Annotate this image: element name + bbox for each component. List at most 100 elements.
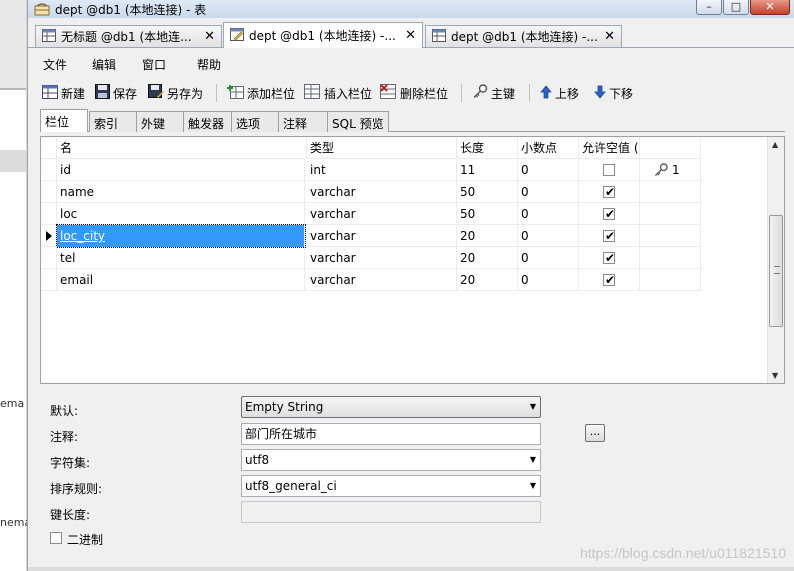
cell-nullable[interactable]: ✔ (579, 181, 640, 203)
nullable-checkbox[interactable]: ✔ (603, 229, 615, 243)
tab-sql-preview[interactable]: SQL 预览 (327, 111, 389, 132)
scroll-up-icon[interactable]: ▲ (772, 140, 778, 149)
cell-key[interactable] (640, 181, 701, 203)
col-header-type[interactable]: 类型 (307, 137, 457, 159)
row-indicator[interactable] (41, 203, 57, 225)
table-row[interactable]: loc varchar 50 0 ✔ (41, 203, 701, 225)
cell-key[interactable] (640, 247, 701, 269)
row-indicator[interactable] (41, 225, 57, 247)
close-icon[interactable]: ✕ (604, 29, 615, 44)
row-indicator[interactable] (41, 269, 57, 291)
default-select[interactable]: Empty String ▼ (241, 396, 541, 418)
delete-column-button[interactable]: 删除栏位 (380, 84, 448, 102)
cell-type[interactable]: varchar (307, 247, 457, 269)
doc-tab-dept[interactable]: dept @db1 (本地连接) -... ✕ (425, 25, 622, 47)
minimize-button[interactable]: – (696, 0, 722, 15)
table-row[interactable]: loc_city varchar 20 0 ✔ (41, 224, 701, 248)
col-header-decimals[interactable]: 小数点 (518, 137, 579, 159)
row-indicator[interactable] (41, 159, 57, 181)
cell-name[interactable]: loc (57, 203, 305, 225)
cell-nullable[interactable] (579, 159, 640, 181)
close-icon[interactable]: ✕ (204, 29, 215, 44)
new-button[interactable]: 新建 (42, 84, 85, 102)
nullable-checkbox[interactable]: ✔ (603, 273, 615, 287)
col-header-key[interactable] (640, 137, 701, 159)
move-down-button[interactable]: 下移 (594, 84, 633, 102)
cell-length[interactable]: 50 (457, 181, 518, 203)
menu-window[interactable]: 窗口 (142, 56, 166, 73)
nullable-checkbox[interactable]: ✔ (603, 207, 615, 221)
doc-tab-dept-active[interactable]: dept @db1 (本地连接) -... ✕ (223, 22, 423, 48)
menu-file[interactable]: 文件 (43, 56, 67, 73)
cell-name[interactable]: email (57, 269, 305, 291)
cell-decimals[interactable]: 0 (518, 225, 579, 247)
cell-length[interactable]: 20 (457, 247, 518, 269)
cell-name[interactable]: id (57, 159, 305, 181)
menu-edit[interactable]: 编辑 (92, 56, 116, 73)
col-header-name[interactable]: 名 (57, 137, 307, 159)
col-header-nullable[interactable]: 允许空值 ( (579, 137, 640, 159)
row-indicator[interactable] (41, 247, 57, 269)
cell-name[interactable]: name (57, 181, 305, 203)
cell-key[interactable] (640, 225, 701, 247)
row-indicator[interactable] (41, 181, 57, 203)
add-column-button[interactable]: 添加栏位 (227, 84, 295, 102)
close-window-button[interactable]: ✕ (750, 0, 790, 15)
tab-fields[interactable]: 栏位 (40, 109, 88, 132)
cell-type[interactable]: int (307, 159, 457, 181)
save-button[interactable]: 保存 (95, 84, 137, 102)
comment-ellipsis-button[interactable]: ... (585, 424, 605, 442)
primary-key-button[interactable]: 主键 (472, 84, 515, 102)
cell-key[interactable]: 1 (640, 159, 701, 181)
doc-tab-untitled[interactable]: 无标题 @db1 (本地连... ✕ (35, 25, 222, 47)
scroll-down-icon[interactable]: ▼ (772, 371, 778, 380)
tab-comment[interactable]: 注释 (278, 111, 328, 132)
tab-options[interactable]: 选项 (231, 111, 279, 132)
cell-key[interactable] (640, 203, 701, 225)
cell-decimals[interactable]: 0 (518, 181, 579, 203)
save-as-button[interactable]: 另存为 (148, 84, 203, 102)
collation-select[interactable]: utf8_general_ci ▼ (241, 475, 541, 497)
cell-type[interactable]: varchar (307, 181, 457, 203)
cell-length[interactable]: 20 (457, 225, 518, 247)
cell-nullable[interactable]: ✔ (579, 225, 640, 247)
nullable-checkbox[interactable]: ✔ (603, 185, 615, 199)
menu-help[interactable]: 帮助 (197, 56, 221, 73)
nullable-checkbox[interactable]: ✔ (603, 251, 615, 265)
cell-type[interactable]: varchar (307, 203, 457, 225)
cell-decimals[interactable]: 0 (518, 159, 579, 181)
insert-column-button[interactable]: 插入栏位 (304, 84, 372, 102)
move-up-button[interactable]: 上移 (540, 84, 579, 102)
grid-vertical-scrollbar[interactable]: ▲ ▼ (767, 137, 784, 383)
cell-name[interactable]: loc_city (56, 224, 306, 248)
maximize-button[interactable]: □ (723, 0, 749, 15)
col-header-length[interactable]: 长度 (457, 137, 518, 159)
table-row[interactable]: name varchar 50 0 ✔ (41, 181, 701, 203)
cell-nullable[interactable]: ✔ (579, 269, 640, 291)
tab-foreign-keys[interactable]: 外键 (136, 111, 184, 132)
cell-nullable[interactable]: ✔ (579, 247, 640, 269)
cell-length[interactable]: 20 (457, 269, 518, 291)
cell-key[interactable] (640, 269, 701, 291)
close-icon[interactable]: ✕ (405, 28, 416, 43)
cell-type[interactable]: varchar (307, 269, 457, 291)
nullable-checkbox[interactable] (603, 164, 615, 176)
cell-decimals[interactable]: 0 (518, 269, 579, 291)
cell-decimals[interactable]: 0 (518, 203, 579, 225)
tab-triggers[interactable]: 触发器 (183, 111, 232, 132)
table-row[interactable]: tel varchar 20 0 ✔ (41, 247, 701, 269)
table-row[interactable]: id int 11 0 1 (41, 159, 701, 181)
table-row[interactable]: email varchar 20 0 ✔ (41, 269, 701, 291)
cell-name[interactable]: tel (57, 247, 305, 269)
charset-select[interactable]: utf8 ▼ (241, 449, 541, 471)
title-bar[interactable]: dept @db1 (本地连接) - 表 – □ ✕ (28, 0, 794, 18)
cell-type[interactable]: varchar (307, 225, 457, 247)
scroll-thumb[interactable] (769, 215, 783, 327)
cell-length[interactable]: 50 (457, 203, 518, 225)
cell-nullable[interactable]: ✔ (579, 203, 640, 225)
binary-checkbox[interactable] (50, 532, 62, 544)
cell-length[interactable]: 11 (457, 159, 518, 181)
cell-decimals[interactable]: 0 (518, 247, 579, 269)
comment-input[interactable]: 部门所在城市 (241, 423, 541, 445)
tab-indexes[interactable]: 索引 (89, 111, 137, 132)
